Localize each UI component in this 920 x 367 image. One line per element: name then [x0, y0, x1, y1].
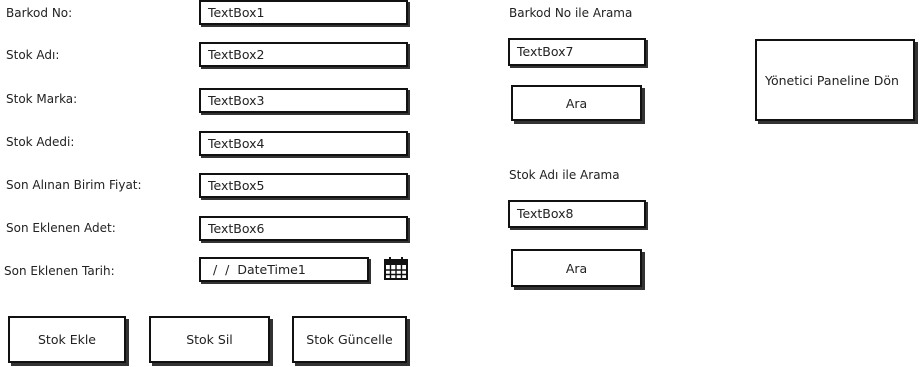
name-search-input[interactable]: TextBox8	[508, 200, 646, 228]
birim-fiyat-input[interactable]: TextBox5	[199, 173, 408, 198]
eklenen-tarih-input[interactable]: / / DateTime1	[199, 257, 369, 282]
eklenen-adet-label: Son Eklenen Adet:	[6, 221, 116, 235]
stok-sil-button[interactable]: Stok Sil	[149, 316, 270, 363]
stok-adedi-label: Stok Adedi:	[6, 135, 75, 149]
stok-marka-label: Stok Marka:	[6, 92, 78, 106]
barkod-search-title: Barkod No ile Arama	[509, 6, 633, 20]
barkod-search-button[interactable]: Ara	[511, 85, 642, 121]
eklenen-tarih-label: Son Eklenen Tarih:	[4, 264, 115, 278]
barkod-label: Barkod No:	[6, 6, 73, 20]
calendar-icon[interactable]	[383, 255, 409, 285]
eklenen-adet-input[interactable]: TextBox6	[199, 216, 408, 241]
birim-fiyat-label: Son Alınan Birim Fiyat:	[6, 178, 142, 192]
name-search-title: Stok Adı ile Arama	[509, 168, 620, 182]
admin-panel-button[interactable]: Yönetici Paneline Dön	[755, 39, 915, 121]
stok-adi-input[interactable]: TextBox2	[199, 42, 408, 67]
stok-guncelle-button[interactable]: Stok Güncelle	[292, 316, 407, 363]
barkod-input[interactable]: TextBox1	[199, 0, 408, 25]
barkod-search-input[interactable]: TextBox7	[508, 38, 646, 66]
stok-adedi-input[interactable]: TextBox4	[199, 131, 408, 156]
stok-ekle-button[interactable]: Stok Ekle	[8, 316, 126, 363]
name-search-button[interactable]: Ara	[511, 249, 642, 287]
stok-adi-label: Stok Adı:	[6, 48, 60, 62]
stok-marka-input[interactable]: TextBox3	[199, 88, 408, 113]
